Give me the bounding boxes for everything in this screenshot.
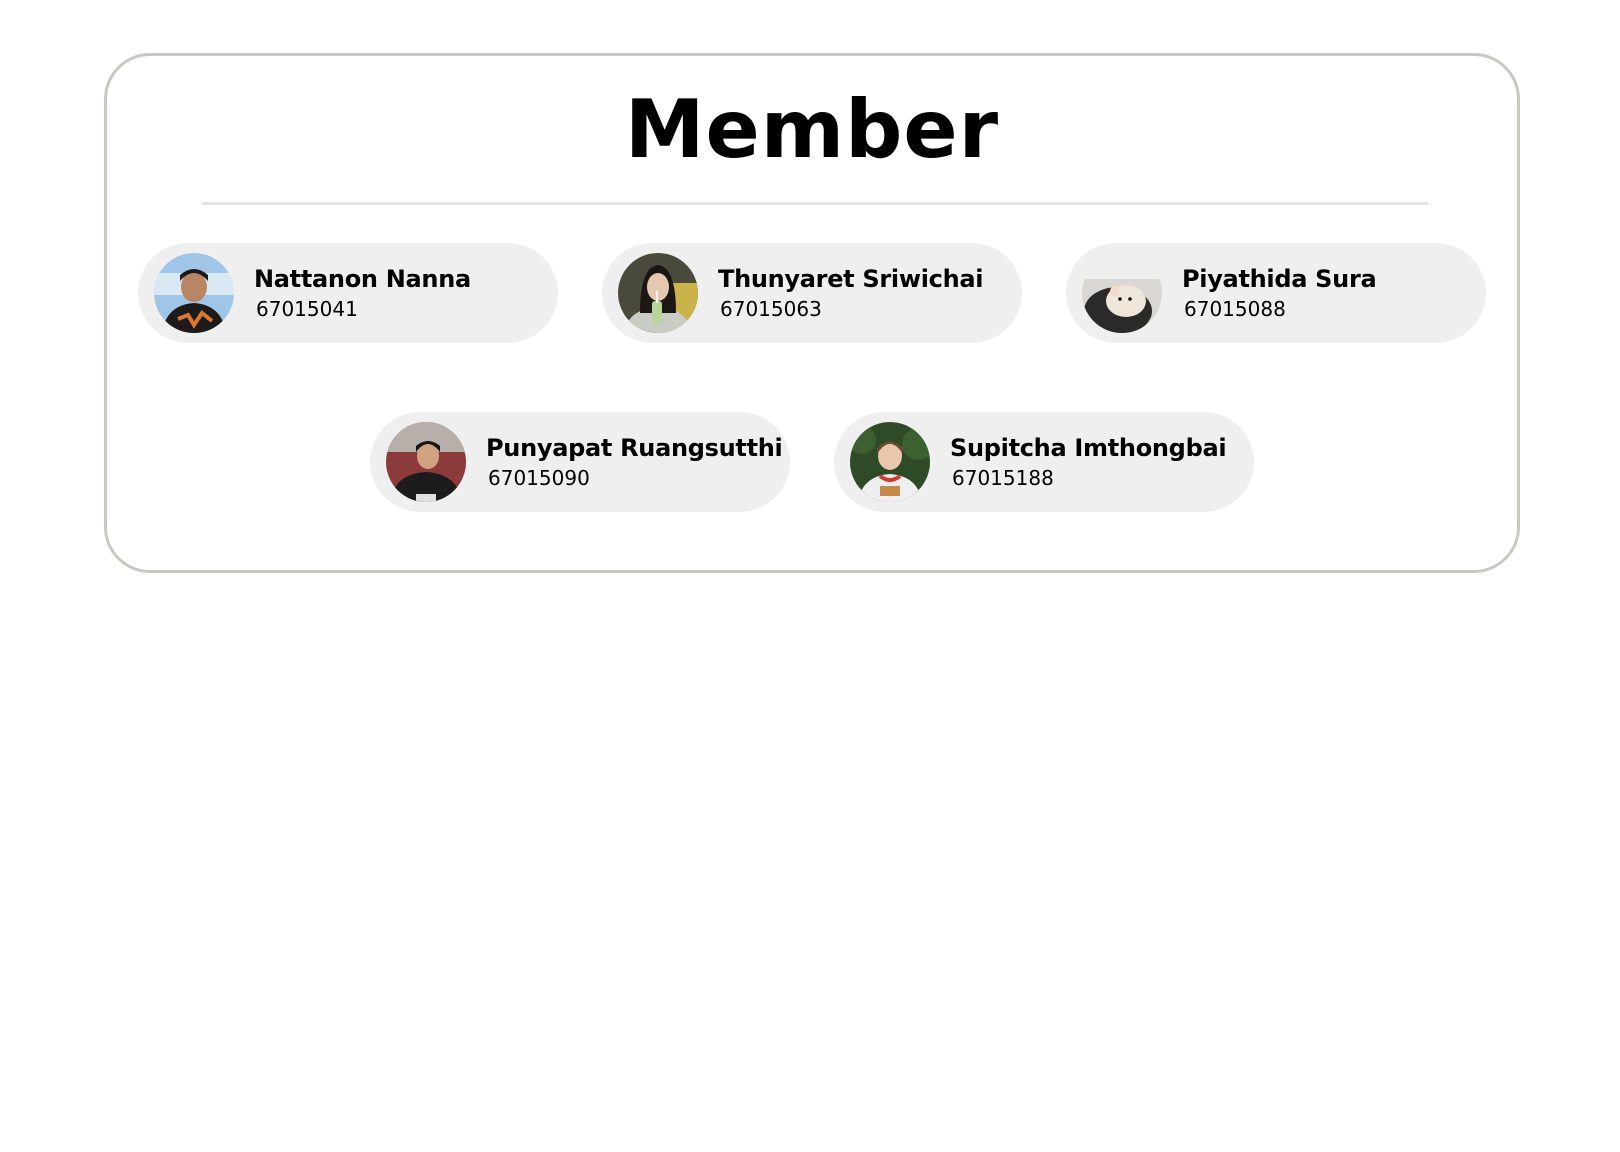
member-id: 67015041 — [256, 297, 358, 321]
member-info: Nattanon Nanna 67015041 — [254, 263, 471, 323]
avatar — [154, 253, 234, 333]
member-id: 67015088 — [1184, 297, 1286, 321]
member-info: Supitcha Imthongbai 67015188 — [950, 432, 1227, 492]
person-photo-icon — [618, 253, 698, 333]
member-card[interactable]: Piyathida Sura 67015088 — [1066, 243, 1486, 343]
member-card[interactable]: Nattanon Nanna 67015041 — [138, 243, 558, 343]
member-info: Piyathida Sura 67015088 — [1182, 263, 1377, 323]
member-panel: Member Nattanon Nanna 67015041 Thunyaret… — [104, 53, 1520, 573]
member-name: Thunyaret Sriwichai — [718, 265, 984, 293]
member-info: Punyapat Ruangsutthi 67015090 — [486, 432, 783, 492]
member-name: Supitcha Imthongbai — [950, 434, 1227, 462]
member-card[interactable]: Supitcha Imthongbai 67015188 — [834, 412, 1254, 512]
member-card[interactable]: Thunyaret Sriwichai 67015063 — [602, 243, 1022, 343]
member-name: Nattanon Nanna — [254, 265, 471, 293]
person-photo-icon — [386, 422, 466, 502]
member-info: Thunyaret Sriwichai 67015063 — [718, 263, 984, 323]
avatar — [618, 253, 698, 333]
member-name: Punyapat Ruangsutthi — [486, 434, 783, 462]
member-name: Piyathida Sura — [1182, 265, 1377, 293]
person-photo-icon — [154, 253, 234, 333]
member-id: 67015188 — [952, 466, 1054, 490]
avatar — [1082, 253, 1162, 333]
title-divider — [202, 202, 1428, 205]
avatar — [850, 422, 930, 502]
avatar — [386, 422, 466, 502]
member-row-2: Punyapat Ruangsutthi 67015090 Supitcha I… — [107, 412, 1517, 512]
person-photo-icon — [850, 422, 930, 502]
member-row-1: Nattanon Nanna 67015041 Thunyaret Sriwic… — [107, 243, 1517, 343]
member-id: 67015090 — [488, 466, 590, 490]
member-card[interactable]: Punyapat Ruangsutthi 67015090 — [370, 412, 790, 512]
hamster-photo-icon — [1082, 253, 1162, 333]
page-title: Member — [624, 83, 1000, 176]
member-id: 67015063 — [720, 297, 822, 321]
